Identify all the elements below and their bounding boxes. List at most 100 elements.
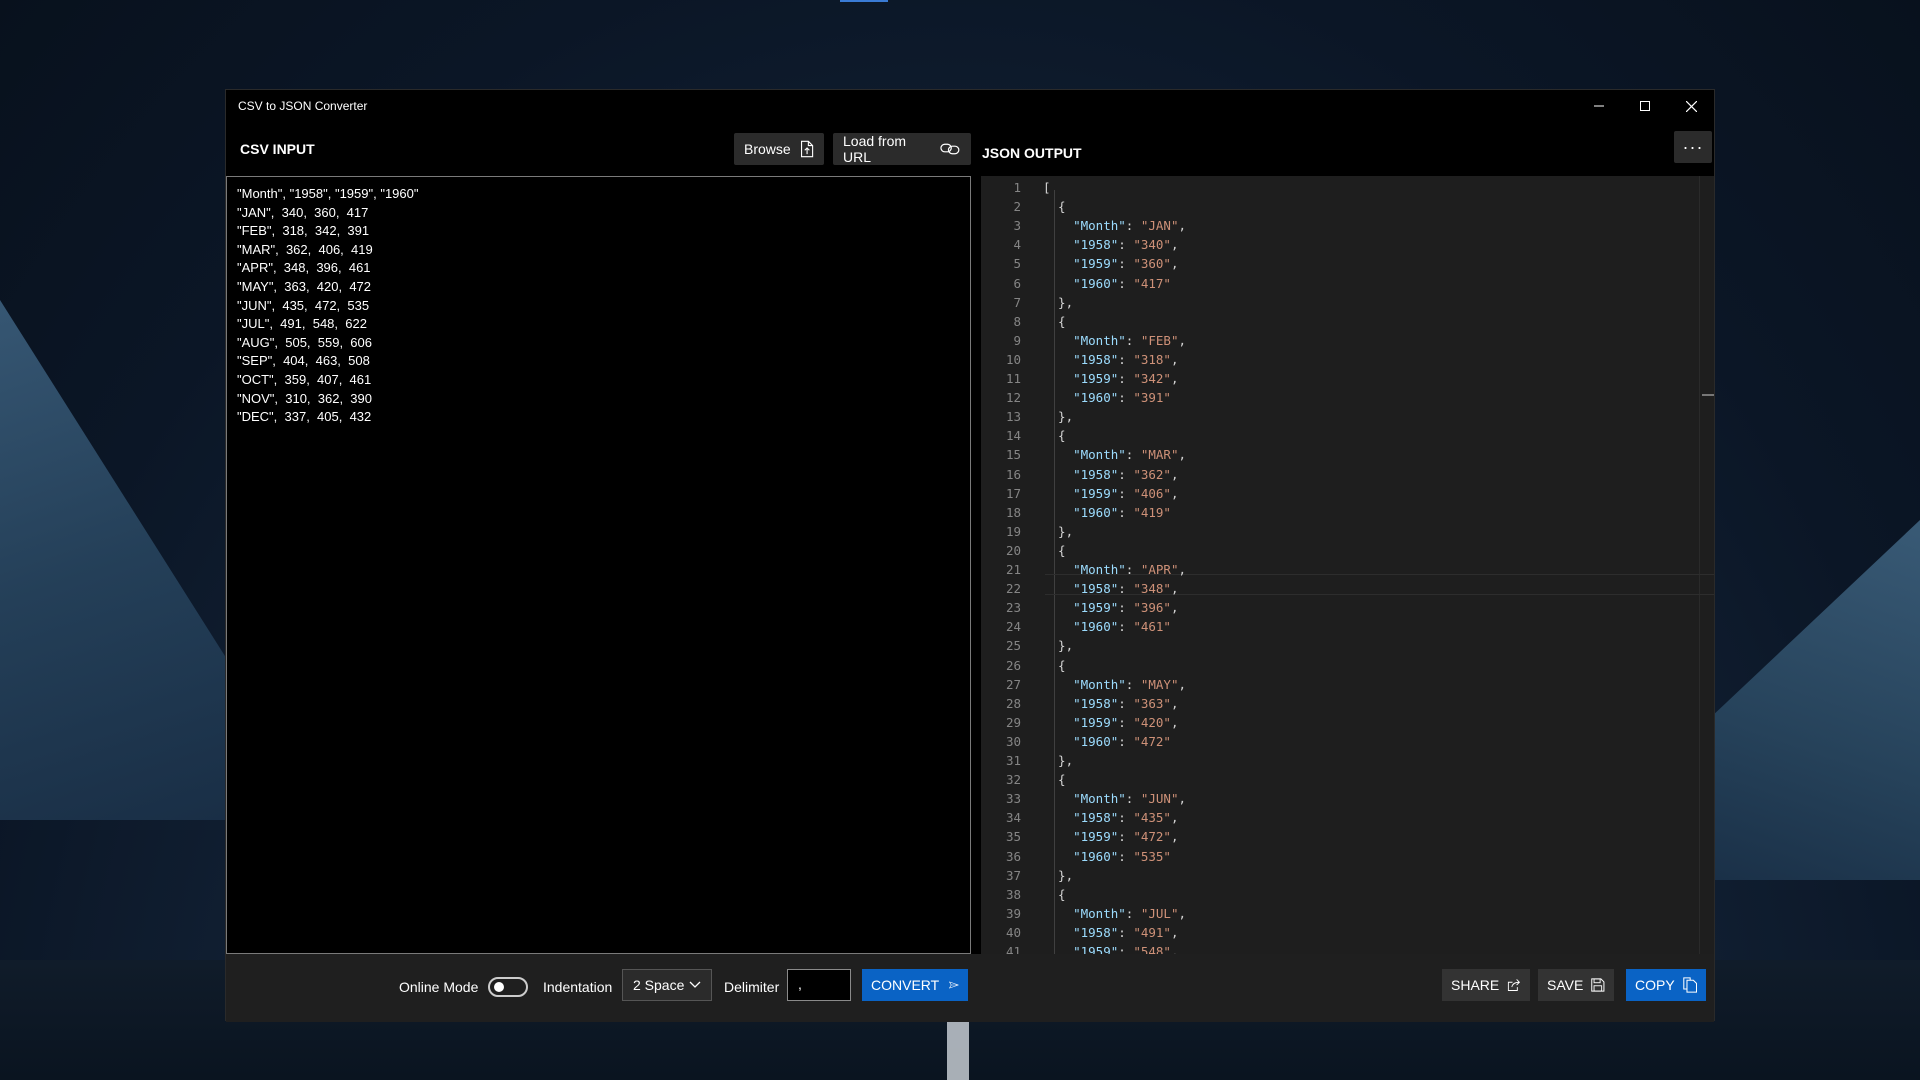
line-number: 27 [1005,676,1021,692]
code-text: "1958": "435", [1073,810,1179,826]
code-line: 11 "1959": "342", [981,369,1714,388]
bottom-toolbar: Online Mode Indentation 2 Space Delimite… [226,954,1714,1022]
code-text: [ [1043,180,1051,195]
browse-button[interactable]: Browse [734,133,824,165]
share-button[interactable]: SHARE [1442,969,1530,1001]
browse-button-label: Browse [744,141,791,157]
code-text: "Month": "JAN", [1073,218,1187,234]
code-line: 18 "1960": "419" [981,503,1714,522]
online-mode-toggle[interactable] [488,977,528,997]
code-text: { [1043,428,1066,444]
line-number: 39 [1005,905,1021,921]
share-icon [1508,979,1521,991]
code-line: 22 "1958": "348", [981,579,1714,598]
taskbar-accent [840,0,888,2]
delimiter-label: Delimiter [724,979,780,995]
line-number: 11 [1005,371,1021,386]
code-text: "Month": "APR", [1073,562,1187,577]
line-number: 32 [1005,772,1021,788]
csv-input-heading: CSV INPUT [240,141,315,157]
code-line: 28 "1958": "363", [981,694,1714,713]
code-text: }, [1043,523,1074,539]
csv-input-textarea[interactable]: "Month", "1958", "1959", "1960" "JAN", 34… [226,176,971,954]
code-text: }, [1043,409,1074,425]
toggle-knob [494,982,504,992]
line-number: 28 [1005,695,1021,711]
chevron-down-icon [689,981,701,988]
code-text: "1958": "318", [1073,351,1179,367]
indentation-dropdown[interactable]: 2 Space [622,969,712,1001]
code-line: 13 }, [981,407,1714,426]
delimiter-input[interactable]: , [787,969,851,1001]
save-button-label: SAVE [1547,977,1584,993]
line-number: 20 [1005,542,1021,558]
maximize-button[interactable] [1622,90,1668,122]
code-text: "1958": "363", [1073,695,1179,711]
code-line: 15 "Month": "MAR", [981,445,1714,464]
share-button-label: SHARE [1451,977,1500,993]
line-number: 12 [1005,390,1021,406]
line-number: 34 [1005,810,1021,826]
code-text: "1960": "417" [1073,275,1171,291]
load-from-url-button[interactable]: Load from URL [833,133,971,165]
line-number: 37 [1005,867,1021,883]
background-mountain-left [0,300,230,820]
code-text: "1960": "391" [1073,390,1171,406]
csv-line: "JUL", 491, 548, 622 [237,316,367,332]
title-bar[interactable]: CSV to JSON Converter [226,90,1714,122]
code-line: 37 }, [981,866,1714,885]
code-line: 29 "1959": "420", [981,713,1714,732]
code-line: 39 "Month": "JUL", [981,904,1714,923]
code-line: 4 "1958": "340", [981,235,1714,254]
line-number: 25 [1005,638,1021,654]
line-number: 1 [1013,180,1021,195]
code-text: "1960": "535" [1073,848,1171,864]
code-text: "1958": "491", [1073,924,1179,940]
code-text: "1960": "419" [1073,504,1171,520]
line-number: 15 [1005,447,1021,463]
code-text: "1959": "360", [1073,256,1179,272]
code-line: 35 "1959": "472", [981,827,1714,846]
json-output-heading: JSON OUTPUT [982,145,1082,161]
code-text: "1960": "472" [1073,733,1171,749]
code-line: 26 { [981,656,1714,675]
line-number: 13 [1005,409,1021,425]
code-line: 24 "1960": "461" [981,617,1714,636]
json-output-editor[interactable]: 1[2 {3 "Month": "JAN", 4 "1958": "340", 5 … [981,176,1714,954]
line-number: 16 [1005,466,1021,482]
code-line: 27 "Month": "MAY", [981,675,1714,694]
save-button[interactable]: SAVE [1538,969,1614,1001]
line-number: 2 [1013,199,1021,215]
code-text: "1958": "348", [1073,581,1179,597]
link-icon [940,143,960,155]
line-number: 40 [1005,924,1021,940]
code-line: 21 "Month": "APR", [981,560,1714,579]
code-text: "Month": "JUN", [1073,791,1187,807]
more-options-button[interactable]: ··· [1674,131,1712,163]
code-line: 6 "1960": "417" [981,274,1714,293]
code-line: 3 "Month": "JAN", [981,216,1714,235]
close-button[interactable] [1668,90,1714,122]
indentation-value: 2 Space [633,977,685,993]
code-line: 36 "1960": "535" [981,847,1714,866]
background-mountain-right [1710,520,1920,880]
convert-button[interactable]: CONVERT [862,969,968,1001]
minimize-button[interactable] [1576,90,1622,122]
copy-button-label: COPY [1635,977,1675,993]
code-text: { [1043,313,1066,329]
line-number: 6 [1013,275,1021,291]
copy-icon [1682,977,1697,993]
code-text: "1958": "340", [1073,237,1179,253]
line-number: 14 [1005,428,1021,444]
code-line: 19 }, [981,522,1714,541]
csv-line: "MAR", 362, 406, 419 [237,241,373,257]
copy-button[interactable]: COPY [1626,969,1706,1001]
line-number: 38 [1005,886,1021,902]
line-number: 23 [1005,600,1021,616]
code-text: "Month": "MAR", [1073,447,1187,463]
code-line: 34 "1958": "435", [981,808,1714,827]
line-number: 33 [1005,791,1021,807]
code-line: 41 "1959": "548", [981,942,1714,954]
csv-line: "FEB", 318, 342, 391 [237,223,370,239]
csv-line: "OCT", 359, 407, 461 [237,371,372,387]
